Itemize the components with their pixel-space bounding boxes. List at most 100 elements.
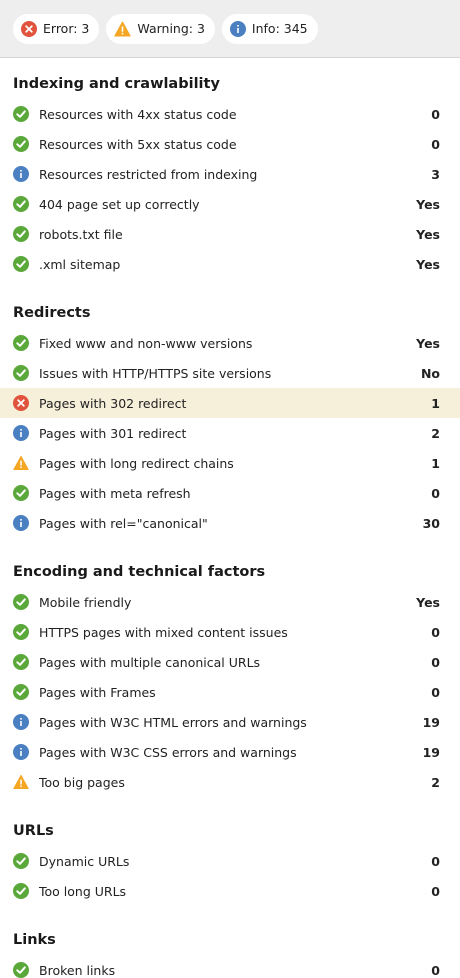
info-icon <box>13 425 29 441</box>
audit-row-pages-with-302-redirect[interactable]: Pages with 302 redirect 1 <box>0 388 460 418</box>
audit-row-value: 1 <box>431 395 440 411</box>
audit-row-dynamic-urls[interactable]: Dynamic URLs 0 <box>0 846 460 876</box>
warning-filter-button[interactable]: Warning: 3 <box>106 13 215 44</box>
audit-row-label: Fixed www and non-www versions <box>39 335 253 351</box>
audit-row-value: 0 <box>431 136 440 152</box>
audit-row-https-pages-with-mixed-content-issues[interactable]: HTTPS pages with mixed content issues 0 <box>0 617 460 647</box>
audit-row-label: Issues with HTTP/HTTPS site versions <box>39 365 272 381</box>
audit-row-fixed-www-and-non-www-versions[interactable]: Fixed www and non-www versions Yes <box>0 328 460 358</box>
audit-row-robots-txt-file[interactable]: robots.txt file Yes <box>0 219 460 249</box>
audit-row-label: robots.txt file <box>39 226 123 242</box>
section-title: Redirects <box>13 305 91 321</box>
info-icon <box>13 744 29 760</box>
audit-row-label: Pages with Frames <box>39 684 156 700</box>
info-count-label: Info: 345 <box>251 21 308 36</box>
audit-row-label: .xml sitemap <box>39 256 121 272</box>
info-icon <box>229 20 246 37</box>
audit-row-label: Pages with W3C CSS errors and warnings <box>39 744 297 760</box>
audit-row-resources-restricted-from-indexing[interactable]: Resources restricted from indexing 3 <box>0 159 460 189</box>
audit-row-resources-with-4xx-status-code[interactable]: Resources with 4xx status code 0 <box>0 99 460 129</box>
check-circle-icon <box>13 962 29 978</box>
audit-row-value: 0 <box>431 883 440 899</box>
audit-row-pages-with-rel-canonical[interactable]: Pages with rel="canonical" 30 <box>0 508 460 538</box>
audit-row-too-long-urls[interactable]: Too long URLs 0 <box>0 876 460 906</box>
audit-row-label: Broken links <box>39 962 116 978</box>
audit-row-value: 0 <box>431 106 440 122</box>
audit-row-pages-with-frames[interactable]: Pages with Frames 0 <box>0 677 460 707</box>
audit-row-value: 30 <box>422 515 440 531</box>
info-icon <box>13 714 29 730</box>
check-circle-icon <box>13 106 29 122</box>
audit-row-label: Pages with 302 redirect <box>39 395 187 411</box>
audit-row-issues-with-http-https-site-versions[interactable]: Issues with HTTP/HTTPS site versions No <box>0 358 460 388</box>
info-icon <box>13 515 29 531</box>
audit-row-xml-sitemap[interactable]: .xml sitemap Yes <box>0 249 460 279</box>
audit-row-value: 3 <box>431 166 440 182</box>
info-filter-button[interactable]: Info: 345 <box>221 13 318 44</box>
check-circle-icon <box>13 883 29 899</box>
audit-row-value: 1 <box>431 455 440 471</box>
audit-row-too-big-pages[interactable]: Too big pages 2 <box>0 767 460 797</box>
section-encoding-and-technical-factors: Encoding and technical factors Mobile fri… <box>0 538 460 797</box>
error-icon <box>13 395 29 411</box>
check-circle-icon <box>13 335 29 351</box>
audit-row-pages-with-meta-refresh[interactable]: Pages with meta refresh 0 <box>0 478 460 508</box>
audit-row-value: Yes <box>416 226 440 242</box>
check-circle-icon <box>13 624 29 640</box>
check-circle-icon <box>13 853 29 869</box>
section-urls: URLs Dynamic URLs 0 Too long URLs 0 <box>0 797 460 906</box>
audit-row-pages-with-long-redirect-chains[interactable]: Pages with long redirect chains 1 <box>0 448 460 478</box>
audit-row-label: Pages with rel="canonical" <box>39 515 208 531</box>
audit-row-404-page-set-up-correctly[interactable]: 404 page set up correctly Yes <box>0 189 460 219</box>
check-circle-icon <box>13 654 29 670</box>
warning-icon <box>114 21 132 37</box>
audit-row-label: Pages with meta refresh <box>39 485 191 501</box>
audit-row-label: 404 page set up correctly <box>39 196 200 212</box>
check-circle-icon <box>13 485 29 501</box>
audit-row-resources-with-5xx-status-code[interactable]: Resources with 5xx status code 0 <box>0 129 460 159</box>
section-title: Links <box>13 932 56 948</box>
audit-row-pages-with-w3c-css-errors-and-warnings[interactable]: Pages with W3C CSS errors and warnings 19 <box>0 737 460 767</box>
audit-row-label: Too big pages <box>39 774 125 790</box>
audit-row-pages-with-multiple-canonical-urls[interactable]: Pages with multiple canonical URLs 0 <box>0 647 460 677</box>
audit-row-value: No <box>420 365 440 381</box>
audit-row-value: 0 <box>431 962 440 978</box>
audit-row-label: Resources restricted from indexing <box>39 166 258 182</box>
warning-icon <box>13 455 29 471</box>
audit-row-value: 0 <box>431 485 440 501</box>
section-title: Indexing and crawlability <box>13 76 220 92</box>
audit-row-value: Yes <box>416 196 440 212</box>
check-circle-icon <box>13 226 29 242</box>
audit-row-value: 0 <box>431 684 440 700</box>
error-icon <box>21 20 37 37</box>
info-icon <box>13 166 29 182</box>
section-title: URLs <box>13 823 54 839</box>
audit-row-broken-links[interactable]: Broken links 0 <box>0 955 460 978</box>
warning-icon <box>13 774 29 790</box>
audit-row-value: Yes <box>416 335 440 351</box>
summary-bar: Error: 3 Warning: 3 Info: 345 <box>0 0 460 58</box>
check-circle-icon <box>13 136 29 152</box>
audit-row-label: Dynamic URLs <box>39 853 130 869</box>
audit-sections: Indexing and crawlability Resources with … <box>0 58 460 978</box>
section-redirects: Redirects Fixed www and non-www versions Y… <box>0 279 460 538</box>
audit-row-label: Resources with 4xx status code <box>39 106 237 122</box>
audit-row-label: Resources with 5xx status code <box>39 136 237 152</box>
section-title: Encoding and technical factors <box>13 564 266 580</box>
audit-row-label: Pages with multiple canonical URLs <box>39 654 261 670</box>
audit-row-pages-with-301-redirect[interactable]: Pages with 301 redirect 2 <box>0 418 460 448</box>
audit-row-label: Pages with long redirect chains <box>39 455 234 471</box>
audit-row-value: 19 <box>422 714 440 730</box>
audit-row-label: Pages with 301 redirect <box>39 425 187 441</box>
audit-row-value: 2 <box>431 774 440 790</box>
audit-row-pages-with-w3c-html-errors-and-warnings[interactable]: Pages with W3C HTML errors and warnings 1… <box>0 707 460 737</box>
check-circle-icon <box>13 365 29 381</box>
error-count-label: Error: 3 <box>43 21 90 36</box>
audit-row-value: 0 <box>431 654 440 670</box>
error-filter-button[interactable]: Error: 3 <box>13 13 100 44</box>
check-circle-icon <box>13 684 29 700</box>
audit-row-mobile-friendly[interactable]: Mobile friendly Yes <box>0 587 460 617</box>
audit-row-value: 0 <box>431 624 440 640</box>
audit-row-value: Yes <box>416 256 440 272</box>
audit-row-value: Yes <box>416 594 440 610</box>
